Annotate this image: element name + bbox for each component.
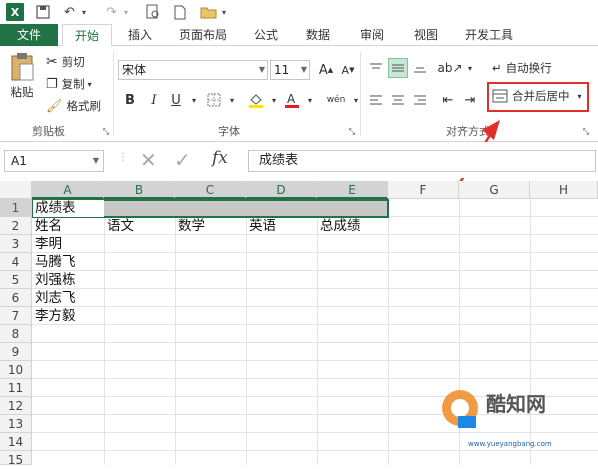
gridline [246,199,247,465]
cell-d2[interactable]: 英语 [247,217,276,235]
cell-a3[interactable]: 李明 [33,235,62,253]
gridline [32,342,598,343]
column-header-a[interactable]: A [32,181,104,199]
watermark-logo-icon [442,390,478,428]
row-header[interactable]: 5 [0,271,32,289]
select-all-corner[interactable] [0,181,32,199]
formula-bar: A1 ▼ ⋮ ✕ ✓ fx 成绩表 [0,142,598,178]
row-header[interactable]: 6 [0,289,32,307]
row-header[interactable]: 13 [0,415,32,433]
row-header[interactable]: 2 [0,217,32,235]
row-header[interactable]: 8 [0,325,32,343]
column-header-c[interactable]: C [175,181,246,199]
name-box[interactable]: A1 ▼ [4,150,104,172]
gridline [32,306,598,307]
cell-a2[interactable]: 姓名 [33,217,62,235]
cell-a4[interactable]: 马腾飞 [33,253,76,271]
gridline [317,199,318,465]
cell-c2[interactable]: 数学 [176,217,205,235]
cell-b2[interactable]: 语文 [105,217,134,235]
cell-e2[interactable]: 总成绩 [318,217,361,235]
row-header[interactable]: 4 [0,253,32,271]
name-box-value: A1 [11,154,27,168]
gridline [32,360,598,361]
formula-input[interactable]: 成绩表 [248,150,596,172]
row-header[interactable]: 12 [0,397,32,415]
row-header[interactable]: 1 [0,199,32,217]
column-header-e[interactable]: E [317,181,388,199]
row-header[interactable]: 9 [0,343,32,361]
gridline [32,270,598,271]
gridline [388,199,389,465]
row-header[interactable]: 3 [0,235,32,253]
gridline [32,252,598,253]
column-header-h[interactable]: H [530,181,598,199]
cell-a5[interactable]: 刘强栋 [33,271,76,289]
gridline [32,288,598,289]
cell-a1[interactable]: 成绩表 [33,199,76,217]
formula-bar-grip-icon: ⋮ [118,152,128,163]
row-header[interactable]: 7 [0,307,32,325]
column-header-d[interactable]: D [246,181,317,199]
gridline [104,199,105,465]
row-header[interactable]: 15 [0,451,32,467]
cell-a6[interactable]: 刘志飞 [33,289,76,307]
enter-icon[interactable]: ✓ [174,148,191,172]
watermark-title: 酷知网 [486,392,546,416]
cell-a7[interactable]: 李方毅 [33,307,76,325]
formula-content: 成绩表 [259,153,299,168]
watermark: 酷知网 www.yueyangbang.com [438,378,588,458]
column-header-g[interactable]: G [459,181,530,199]
insert-function-button[interactable]: fx [212,148,228,168]
watermark-url: www.yueyangbang.com [468,440,552,448]
row-header[interactable]: 11 [0,379,32,397]
column-header-f[interactable]: F [388,181,459,199]
gridline [32,324,598,325]
column-header-b[interactable]: B [104,181,175,199]
gridline [175,199,176,465]
row-header[interactable]: 10 [0,361,32,379]
row-header[interactable]: 14 [0,433,32,451]
name-box-dropdown-icon[interactable]: ▼ [93,151,99,171]
cancel-icon[interactable]: ✕ [140,148,157,172]
